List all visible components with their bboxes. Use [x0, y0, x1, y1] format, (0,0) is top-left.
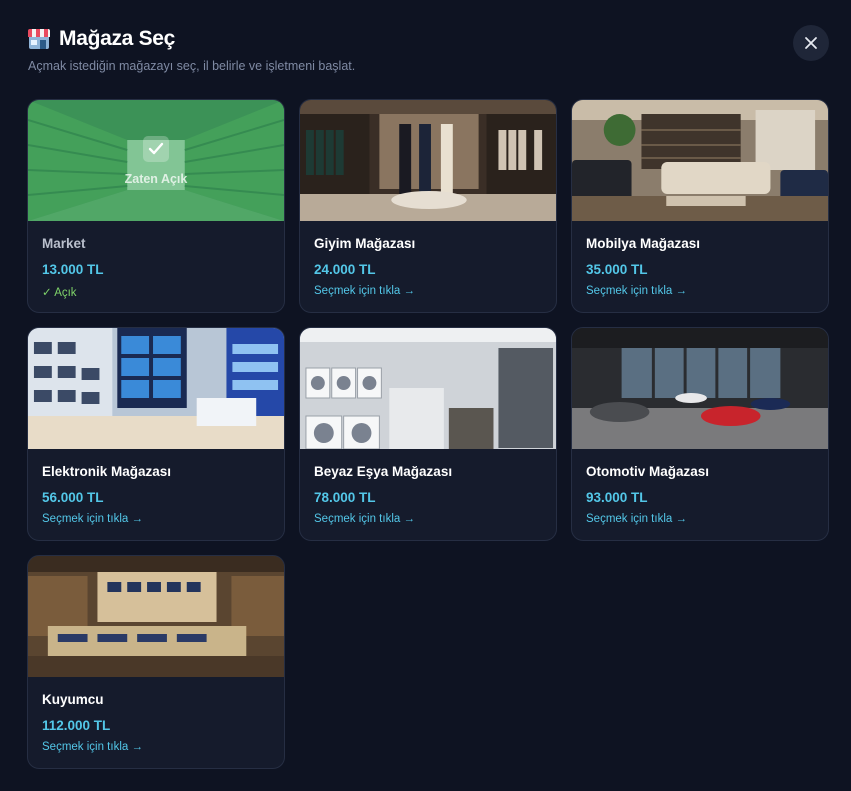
store-card-mobilya[interactable]: Mobilya Mağazası 35.000 TL Seçmek için t… — [571, 99, 829, 313]
store-image-market: Zaten Açık — [28, 100, 284, 221]
select-link[interactable]: Seçmek için tıkla → — [42, 741, 270, 753]
store-price: 112.000 TL — [42, 718, 111, 733]
page-subtitle: Açmak istediğin mağazayı seç, il belirle… — [28, 59, 356, 73]
store-price: 93.000 TL — [586, 490, 648, 505]
store-name: Mobilya Mağazası — [586, 236, 701, 251]
select-link[interactable]: Seçmek için tıkla → — [586, 513, 814, 525]
close-button[interactable] — [793, 25, 829, 61]
store-name: Beyaz Eşya Mağazası — [314, 464, 453, 479]
owned-overlay-label: Zaten Açık — [124, 171, 188, 186]
owned-overlay: Zaten Açık — [28, 100, 284, 221]
store-icon — [28, 29, 50, 49]
store-card-beyaz-esya[interactable]: Beyaz Eşya Mağazası 78.000 TL Seçmek içi… — [299, 327, 557, 541]
store-name: Elektronik Mağazası — [42, 464, 172, 479]
select-link[interactable]: Seçmek için tıkla → — [314, 513, 542, 525]
store-image-otomotiv — [572, 328, 828, 449]
store-price: 35.000 TL — [586, 262, 648, 277]
store-image-elektronik — [28, 328, 284, 449]
title-row: Mağaza Seç — [28, 26, 828, 52]
select-link[interactable]: Seçmek için tıkla → — [42, 513, 270, 525]
select-link[interactable]: Seçmek için tıkla → — [314, 285, 542, 297]
store-price: 24.000 TL — [314, 262, 376, 277]
store-image-giyim — [300, 100, 556, 221]
store-price: 78.000 TL — [314, 490, 376, 505]
page-title: Mağaza Seç — [59, 27, 176, 50]
store-image-kuyumcu — [28, 556, 284, 677]
close-icon — [805, 37, 817, 49]
store-card-elektronik[interactable]: Elektronik Mağazası 56.000 TL Seçmek içi… — [27, 327, 285, 541]
store-name: Market — [42, 236, 86, 251]
select-link[interactable]: Seçmek için tıkla → — [586, 285, 814, 297]
store-image-beyaz-esya — [300, 328, 556, 449]
store-name: Otomotiv Mağazası — [586, 464, 710, 479]
check-icon — [143, 135, 169, 162]
store-price: 56.000 TL — [42, 490, 104, 505]
store-name: Giyim Mağazası — [314, 236, 416, 251]
header: Mağaza Seç Açmak istediğin mağazayı seç,… — [28, 26, 828, 78]
store-card-giyim[interactable]: Giyim Mağazası 24.000 TL Seçmek için tık… — [299, 99, 557, 313]
store-card-kuyumcu[interactable]: Kuyumcu 112.000 TL Seçmek için tıkla → — [27, 555, 285, 769]
store-image-mobilya — [572, 100, 828, 221]
store-card-market: Zaten Açık Market 13.000 TL ✓ Açık — [27, 99, 285, 313]
store-price: 13.000 TL — [42, 262, 104, 277]
store-card-otomotiv[interactable]: Otomotiv Mağazası 93.000 TL Seçmek için … — [571, 327, 829, 541]
store-name: Kuyumcu — [42, 692, 104, 707]
store-status: ✓ Açık — [42, 287, 77, 299]
